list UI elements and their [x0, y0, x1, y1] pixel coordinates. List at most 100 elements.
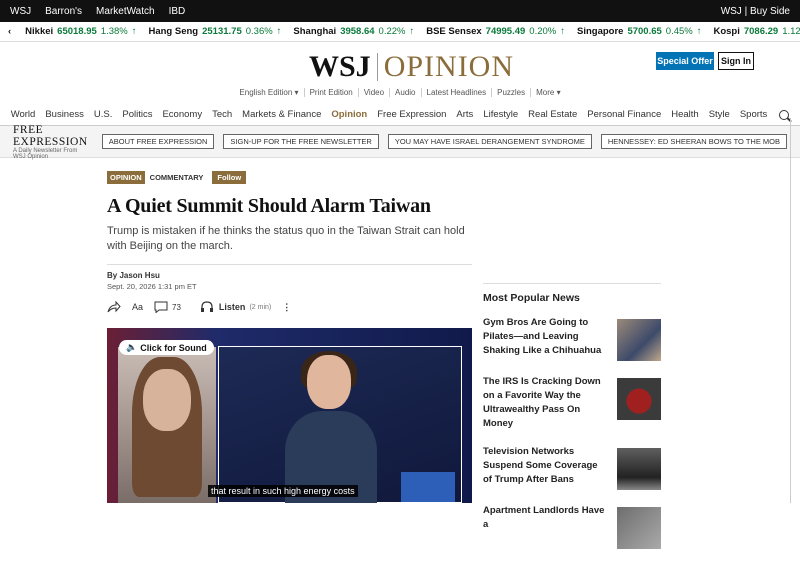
nav-arts[interactable]: Arts	[456, 109, 473, 120]
divider	[483, 283, 661, 284]
comment-icon[interactable]	[154, 301, 168, 313]
ticker-name: Shanghai	[293, 26, 337, 37]
up-arrow-icon: ↑	[276, 26, 282, 37]
click-for-sound-button[interactable]: 🔈 Click for Sound	[119, 340, 214, 355]
ticker-pct: 0.22%	[378, 26, 406, 37]
popular-item-thumbnail[interactable]	[617, 319, 661, 361]
brand-barrons[interactable]: Barron's	[45, 6, 82, 17]
nav-health[interactable]: Health	[671, 109, 698, 120]
ticker-prev-icon[interactable]: ‹	[8, 26, 11, 37]
popular-item-title[interactable]: Television Networks Suspend Some Coverag…	[483, 445, 605, 490]
share-icon[interactable]	[107, 301, 121, 313]
video-player[interactable]: 🔈 Click for Sound that result in such hi…	[107, 328, 472, 503]
free-expression-title[interactable]: FREE EXPRESSION A Daily Newsletter From …	[13, 124, 89, 160]
about-free-expression-link[interactable]: ABOUT FREE EXPRESSION	[101, 134, 215, 149]
popular-item[interactable]: Gym Bros Are Going to Pilates—and Leavin…	[483, 316, 661, 361]
ticker-item[interactable]: Nikkei 65018.95 1.38% ↑	[25, 26, 136, 37]
nav-lifestyle[interactable]: Lifestyle	[483, 109, 518, 120]
top-bar: WSJ Barron's MarketWatch IBD WSJ | Buy S…	[0, 0, 800, 22]
popular-item-title[interactable]: The IRS Is Cracking Down on a Favorite W…	[483, 375, 605, 431]
logo-divider	[376, 53, 378, 81]
article-tags: OPINION COMMENTARY Follow	[107, 171, 472, 184]
ticker-item[interactable]: Shanghai 3958.64 0.22% ↑	[293, 26, 414, 37]
ticker-item[interactable]: Singapore 5700.65 0.45% ↑	[577, 26, 701, 37]
headphones-icon[interactable]	[200, 301, 214, 313]
nav-opinion[interactable]: Opinion	[331, 109, 367, 120]
popular-item-thumbnail[interactable]	[617, 507, 661, 549]
sign-in-button[interactable]: Sign In	[718, 52, 754, 70]
popular-item[interactable]: The IRS Is Cracking Down on a Favorite W…	[483, 375, 661, 431]
logo-wsj: WSJ	[309, 50, 371, 83]
page-edge-line	[790, 118, 791, 503]
ticker-pct: 0.36%	[245, 26, 273, 37]
nav-markets[interactable]: Markets & Finance	[242, 109, 321, 120]
most-popular-title: Most Popular News	[483, 292, 580, 304]
comment-count[interactable]: 73	[172, 303, 181, 312]
brand-wsj[interactable]: WSJ	[10, 6, 31, 17]
puzzles-link[interactable]: Puzzles	[492, 87, 532, 97]
brand-marketwatch[interactable]: MarketWatch	[96, 6, 155, 17]
publish-date: Sept. 20, 2026 1:31 pm ET	[107, 282, 197, 291]
print-edition-link[interactable]: Print Edition	[305, 87, 359, 97]
ticker-value: 65018.95	[57, 26, 97, 37]
opinion-tag[interactable]: OPINION	[107, 171, 145, 184]
speaker-icon: 🔈	[126, 342, 138, 352]
latest-headlines-link[interactable]: Latest Headlines	[422, 87, 493, 97]
nav-tech[interactable]: Tech	[212, 109, 232, 120]
nav-personal-finance[interactable]: Personal Finance	[587, 109, 661, 120]
edition-selector[interactable]: English Edition ▾	[234, 87, 305, 97]
brand-ibd[interactable]: IBD	[169, 6, 186, 17]
host-face	[143, 369, 191, 431]
byline[interactable]: By Jason Hsu	[107, 271, 472, 280]
popular-item[interactable]: Apartment Landlords Have a	[483, 504, 661, 549]
nav-sports[interactable]: Sports	[740, 109, 767, 120]
ticker-item[interactable]: Kospi7086.291.12%↑	[713, 26, 800, 37]
video-link[interactable]: Video	[359, 87, 391, 97]
section-nav: World Business U.S. Politics Economy Tec…	[0, 104, 800, 126]
ticker-value: 7086.29	[743, 26, 779, 37]
nav-us[interactable]: U.S.	[94, 109, 112, 120]
up-arrow-icon: ↑	[560, 26, 565, 37]
podium	[401, 472, 455, 502]
nav-style[interactable]: Style	[709, 109, 730, 120]
ticker-pct: 0.20%	[529, 26, 557, 37]
popular-item-title[interactable]: Gym Bros Are Going to Pilates—and Leavin…	[483, 316, 605, 361]
fe-article-link[interactable]: YOU MAY HAVE ISRAEL DERANGEMENT SYNDROME	[387, 134, 592, 149]
nav-business[interactable]: Business	[45, 109, 84, 120]
article: OPINION COMMENTARY Follow A Quiet Summit…	[107, 171, 472, 313]
ticker-pct: 1.12%	[782, 26, 800, 37]
ticker-name: Singapore	[576, 26, 624, 37]
nav-economy[interactable]: Economy	[162, 109, 202, 120]
ticker-value: 74995.49	[485, 26, 526, 37]
popular-item-thumbnail[interactable]	[617, 448, 661, 490]
nav-real-estate[interactable]: Real Estate	[528, 109, 577, 120]
buy-side-link[interactable]: WSJ | Buy Side	[721, 6, 790, 17]
listen-button[interactable]: Listen	[219, 302, 246, 312]
wsj-opinion-logo[interactable]: WSJ OPINION	[309, 50, 514, 84]
ticker-value: 3958.64	[340, 26, 375, 37]
popular-item-title[interactable]: Apartment Landlords Have a	[483, 504, 605, 549]
divider	[107, 264, 472, 265]
follow-button[interactable]: Follow	[212, 171, 247, 184]
nav-world[interactable]: World	[11, 109, 36, 120]
more-options-icon[interactable]: ⋮	[282, 302, 291, 313]
video-main-panel	[218, 346, 462, 503]
popular-item[interactable]: Television Networks Suspend Some Coverag…	[483, 445, 661, 490]
ticker-item[interactable]: BSE Sensex 74995.49 0.20% ↑	[426, 26, 565, 37]
popular-item-thumbnail[interactable]	[617, 378, 661, 420]
fe-article-link[interactable]: HENNESSEY: ED SHEERAN BOWS TO THE MOB	[600, 134, 787, 149]
speaker-head	[307, 355, 351, 409]
font-size-button[interactable]: Aa	[132, 302, 143, 312]
more-menu[interactable]: More ▾	[531, 88, 565, 97]
article-tools: Aa 73 Listen (2 min) ⋮	[107, 301, 472, 313]
special-offer-button[interactable]: Special Offer	[656, 52, 714, 70]
sound-button-label: Click for Sound	[140, 342, 207, 353]
ticker-item[interactable]: Hang Seng 25131.75 0.36% ↑	[148, 26, 281, 37]
audio-link[interactable]: Audio	[390, 87, 422, 97]
nav-free-expression[interactable]: Free Expression	[377, 109, 446, 120]
newsletter-signup-link[interactable]: SIGN-UP FOR THE FREE NEWSLETTER	[223, 134, 379, 149]
fe-subtitle-text: A Daily Newsletter From WSJ Opinion	[13, 147, 78, 160]
ticker-pct: 0.45%	[665, 26, 693, 37]
search-icon[interactable]	[779, 109, 790, 120]
nav-politics[interactable]: Politics	[122, 109, 152, 120]
